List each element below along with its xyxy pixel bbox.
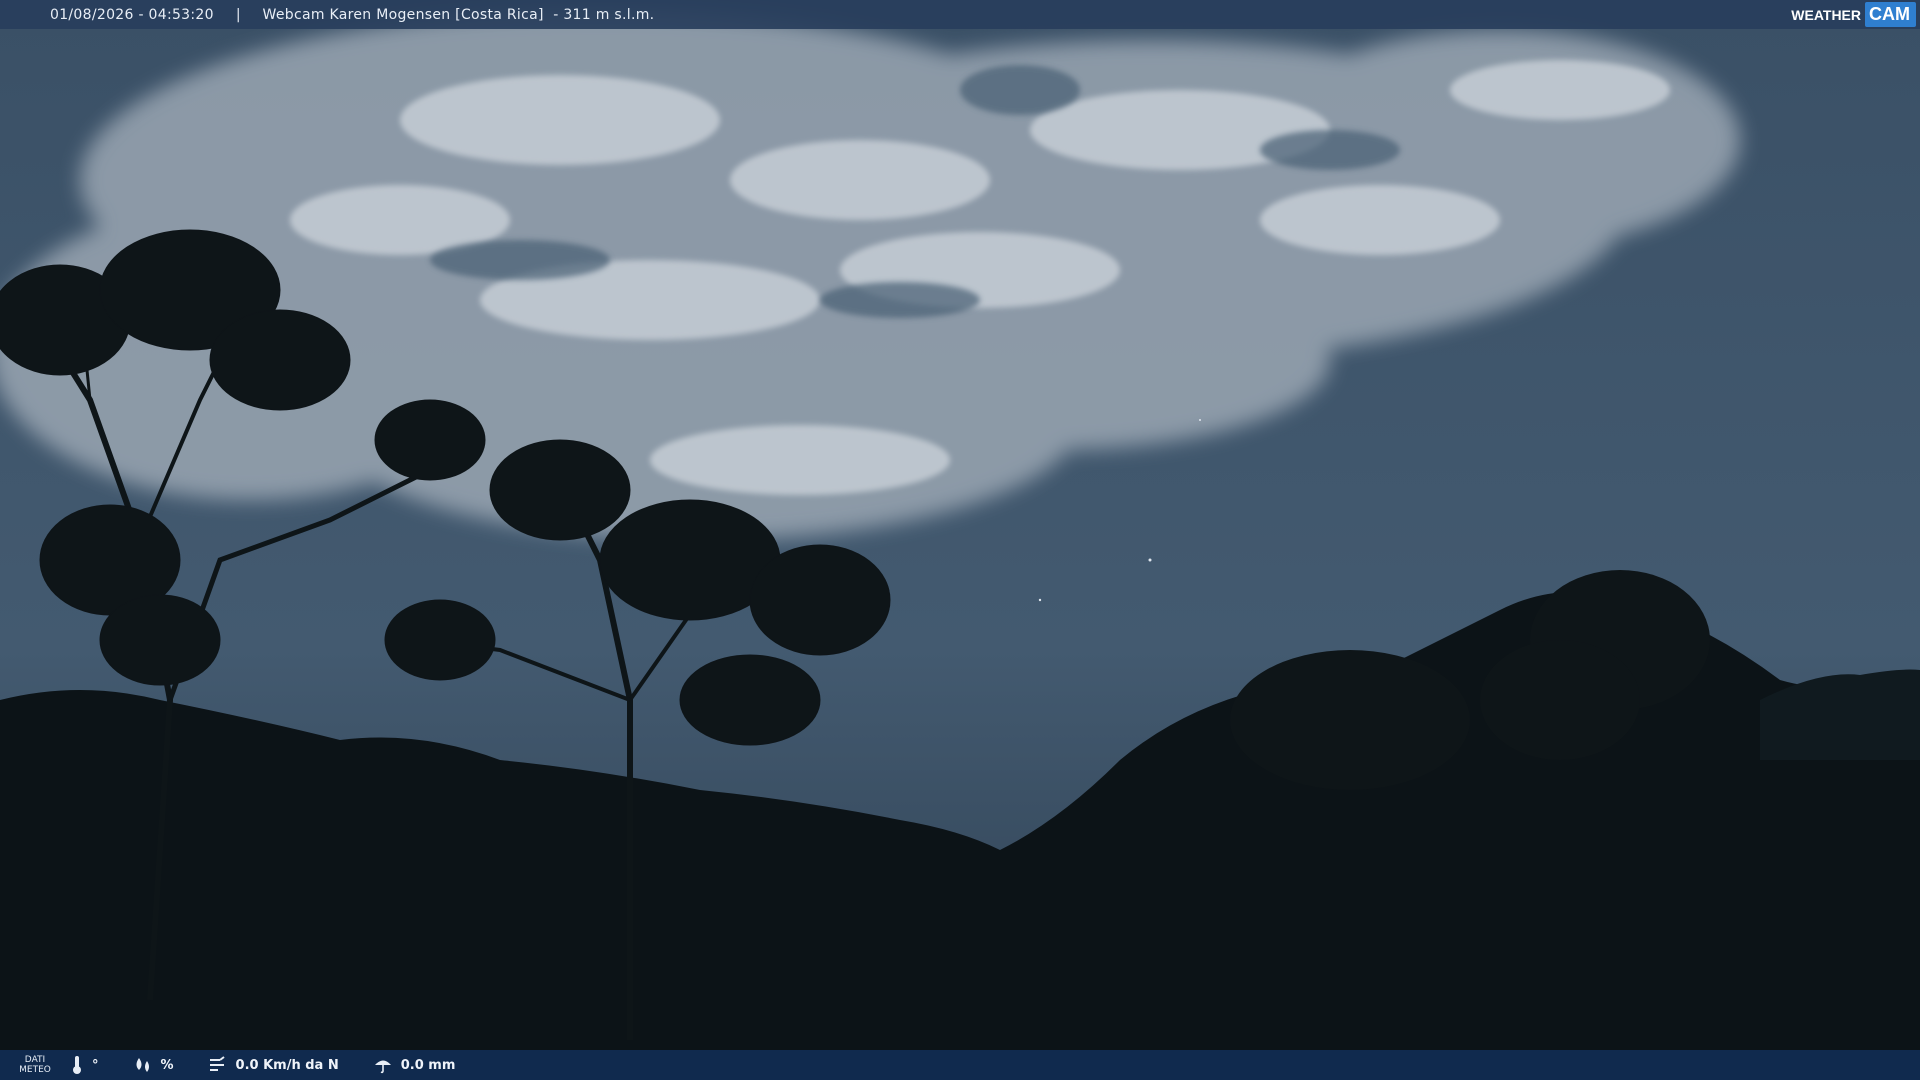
wind-item: 0.0 Km/h da N bbox=[208, 1056, 339, 1074]
brand-cam-text: CAM bbox=[1865, 2, 1916, 27]
header-bar: 01/08/2026 - 04:53:20 | Webcam Karen Mog… bbox=[0, 0, 1920, 29]
weather-data-bar: DATI METEO ° % 0.0 Km/h da N 0.0 mm bbox=[0, 1050, 1920, 1080]
webcam-title: Webcam Karen Mogensen [Costa Rica] - 311… bbox=[262, 6, 655, 23]
timestamp: 01/08/2026 - 04:53:20 bbox=[50, 6, 214, 23]
meteo-label: METEO bbox=[19, 1065, 51, 1075]
thermometer-icon bbox=[73, 1056, 81, 1074]
temperature-value: ° bbox=[92, 1057, 99, 1073]
humidity-drops-icon bbox=[136, 1058, 149, 1072]
dati-meteo-button[interactable]: DATI METEO bbox=[0, 1055, 70, 1075]
wind-value: 0.0 Km/h da N bbox=[235, 1057, 339, 1073]
dati-label: DATI bbox=[24, 1055, 46, 1065]
temperature-item: ° bbox=[70, 1055, 99, 1075]
wind-icon bbox=[209, 1056, 225, 1071]
rain-umbrella-icon bbox=[374, 1060, 391, 1074]
rain-value: 0.0 mm bbox=[400, 1057, 456, 1073]
brand-weather-text: WEATHER bbox=[1791, 6, 1861, 23]
rain-item: 0.0 mm bbox=[373, 1056, 456, 1074]
humidity-value: % bbox=[160, 1057, 174, 1073]
humidity-item: % bbox=[133, 1056, 174, 1074]
header-separator: | bbox=[235, 6, 241, 23]
brand-logo[interactable]: WEATHER CAM bbox=[1785, 0, 1920, 29]
webcam-image bbox=[0, 0, 1920, 1080]
